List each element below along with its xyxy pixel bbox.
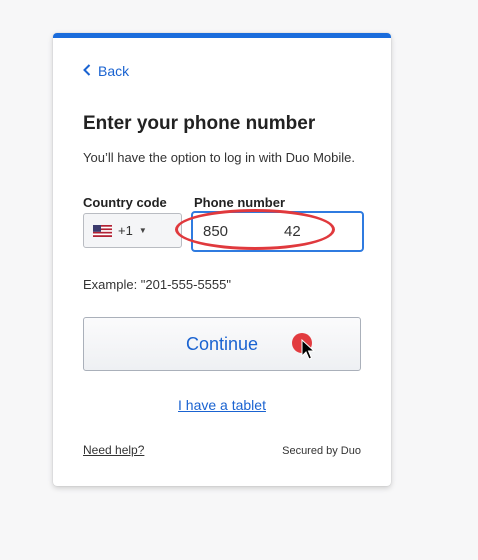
- tablet-link-row: I have a tablet: [53, 397, 391, 413]
- redacted-digits: [234, 223, 279, 240]
- phone-value-end: 42: [284, 223, 301, 240]
- accent-bar: [53, 33, 391, 38]
- us-flag-icon: [93, 224, 112, 237]
- phone-number-label: Phone number: [194, 195, 286, 210]
- continue-button[interactable]: Continue: [83, 317, 361, 371]
- phone-number-input[interactable]: 850 42: [191, 211, 364, 252]
- enroll-card: Back Enter your phone number You’ll have…: [53, 33, 391, 486]
- back-label: Back: [98, 63, 130, 79]
- page-title: Enter your phone number: [83, 113, 316, 134]
- secured-by-label: Secured by Duo: [282, 445, 361, 457]
- page-subtitle: You’ll have the option to log in with Du…: [83, 150, 355, 165]
- continue-label: Continue: [185, 333, 259, 354]
- country-code-select[interactable]: +1 ▼: [83, 213, 182, 248]
- mouse-pointer-icon: [301, 339, 315, 360]
- country-code-value: +1: [118, 223, 133, 238]
- caret-down-icon: ▼: [138, 226, 147, 235]
- phone-example: Example: "201-555-5555": [83, 277, 231, 292]
- phone-value-start: 850: [203, 223, 229, 240]
- tablet-link[interactable]: I have a tablet: [178, 397, 266, 413]
- help-link[interactable]: Need help?: [83, 443, 144, 457]
- chevron-left-icon: [83, 63, 91, 79]
- back-button[interactable]: Back: [83, 63, 129, 79]
- country-code-label: Country code: [83, 195, 167, 210]
